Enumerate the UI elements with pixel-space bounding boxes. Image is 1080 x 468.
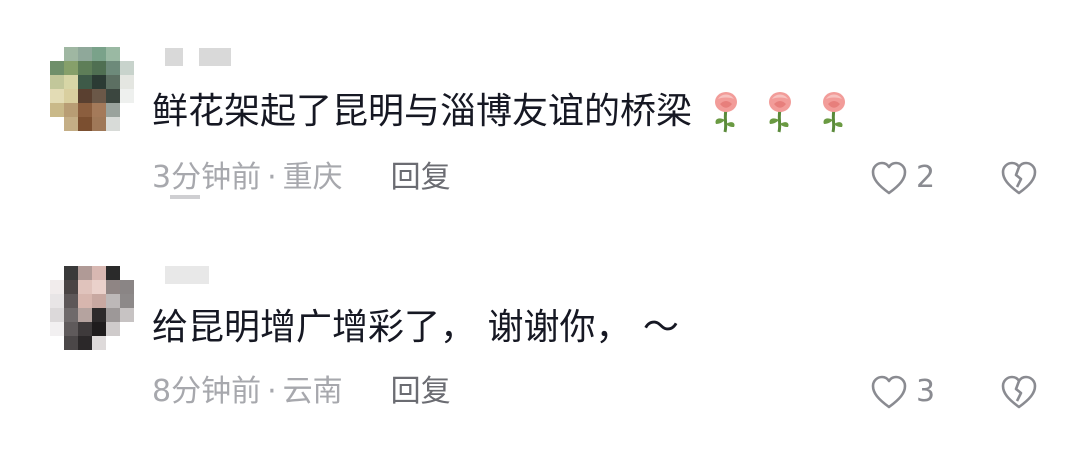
username-masked[interactable]: [165, 46, 231, 68]
underline-mark: [170, 195, 200, 199]
meta-separator: ·: [267, 160, 277, 195]
comment-item: 鲜花架起了昆明与淄博友谊的桥梁 3分钟前 · 重庆 回复 2: [0, 0, 1080, 230]
rose-icon: [715, 92, 738, 133]
avatar[interactable]: [50, 266, 134, 350]
reply-button[interactable]: 回复: [391, 372, 451, 412]
like-count: 2: [916, 160, 936, 195]
meta-separator: ·: [267, 374, 277, 409]
comment-meta: 8分钟前 · 云南 回复: [152, 372, 451, 412]
like-button[interactable]: 2: [870, 158, 935, 198]
comment-text-body: 给昆明增广增彩了， 谢谢你， ～: [152, 307, 679, 348]
comment-item: 给昆明增广增彩了， 谢谢你， ～ 8分钟前 · 云南 回复 3: [0, 240, 1080, 468]
heart-icon: [871, 375, 907, 409]
heart-icon: [871, 161, 907, 195]
comment-list: 鲜花架起了昆明与淄博友谊的桥梁 3分钟前 · 重庆 回复 2 给昆明增广增彩了，…: [0, 0, 1080, 468]
comment-time: 3分钟前: [152, 160, 262, 195]
like-count: 3: [916, 374, 936, 409]
avatar[interactable]: [50, 47, 134, 131]
comment-text: 鲜花架起了昆明与淄博友谊的桥梁: [152, 90, 854, 134]
reply-button[interactable]: 回复: [391, 158, 451, 198]
broken-heart-icon[interactable]: [1000, 160, 1038, 196]
comment-time: 8分钟前: [152, 374, 262, 409]
like-button[interactable]: 3: [870, 372, 935, 412]
comment-location: 重庆: [282, 160, 343, 195]
rose-icon: [769, 92, 792, 133]
comment-text: 给昆明增广增彩了， 谢谢你， ～: [152, 306, 679, 350]
broken-heart-icon[interactable]: [1000, 374, 1038, 410]
comment-meta: 3分钟前 · 重庆 回复: [152, 158, 451, 198]
comment-text-body: 鲜花架起了昆明与淄博友谊的桥梁: [152, 91, 693, 132]
username-masked[interactable]: [165, 264, 209, 286]
comment-location: 云南: [282, 374, 343, 409]
rose-icon: [823, 92, 846, 133]
